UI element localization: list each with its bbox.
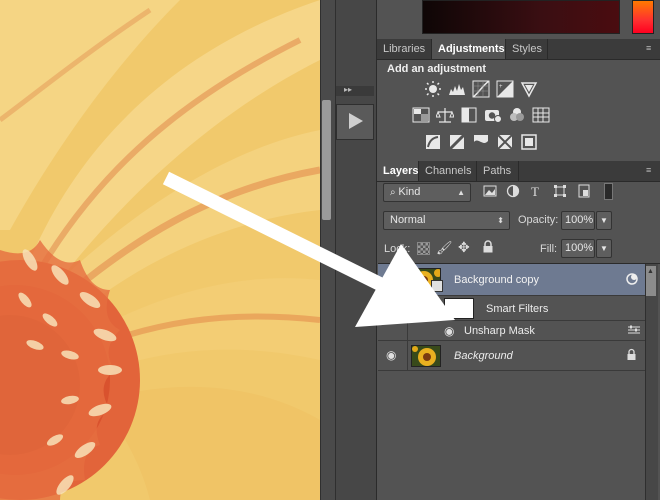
- annotation-arrow: [162, 171, 455, 327]
